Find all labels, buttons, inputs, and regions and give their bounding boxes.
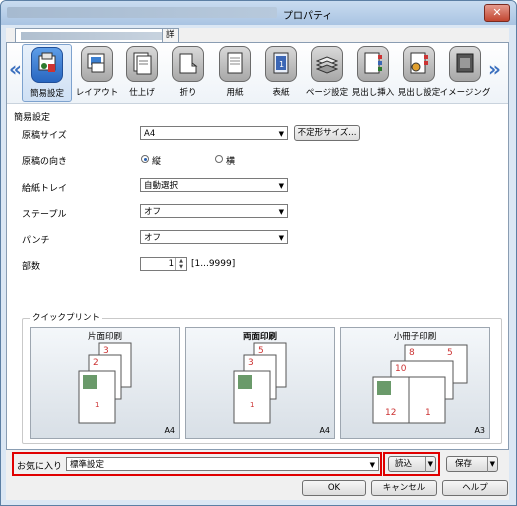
tab-advanced[interactable]: 詳細設定 (162, 28, 179, 79)
imaging-icon (449, 46, 481, 82)
paper-icon (219, 46, 251, 82)
svg-text:2: 2 (93, 358, 99, 368)
category-basic-settings[interactable]: 簡易設定 (22, 44, 72, 102)
svg-text:1: 1 (425, 408, 431, 418)
layout-icon (81, 46, 113, 82)
category-paper[interactable]: 用紙 (211, 44, 259, 100)
orientation-landscape-radio[interactable] (215, 155, 223, 163)
svg-text:1: 1 (279, 60, 284, 69)
original-size-value: A4 (144, 129, 156, 139)
copies-range: [1...9999] (191, 259, 236, 269)
orientation-portrait-radio[interactable] (141, 155, 149, 163)
staple-select[interactable]: オフ ▼ (140, 204, 288, 218)
svg-text:3: 3 (103, 346, 109, 356)
svg-text:12: 12 (385, 408, 396, 418)
single-sided-pages-icon: 3 2 1 (78, 342, 132, 424)
load-button-label: 読込 (395, 459, 413, 469)
custom-size-button[interactable]: 不定形サイズ... (294, 125, 360, 141)
chevron-down-icon[interactable]: ▼ (486, 457, 495, 472)
chevron-down-icon: ▼ (278, 234, 284, 242)
original-size-select[interactable]: A4 ▼ (140, 126, 288, 140)
category-label: 簡易設定 (29, 89, 64, 99)
preset-paper-size: A3 (474, 426, 485, 435)
copies-value: 1 (168, 259, 174, 269)
original-size-label: 原稿サイズ (22, 131, 67, 141)
category-fold[interactable]: 折り (164, 44, 212, 100)
tab-settings-icon (403, 46, 435, 82)
paper-tray-select[interactable]: 自動選択 ▼ (140, 178, 288, 192)
chevron-down-icon: ▼ (278, 130, 284, 138)
save-button[interactable]: 保存 ▼ (446, 456, 498, 472)
stepper-arrows-icon[interactable]: ▲ ▼ (175, 258, 186, 270)
orientation-portrait-label: 縦 (152, 157, 162, 167)
favorites-label: お気に入り (17, 462, 63, 472)
paper-tray-label: 給紙トレイ (22, 184, 68, 194)
close-button[interactable]: ✕ (484, 4, 510, 22)
favorites-select[interactable]: 標準設定 ▼ (66, 457, 379, 471)
blurred-window-title (7, 7, 277, 18)
tab-insert-icon (357, 46, 389, 82)
staple-label: ステープル (22, 210, 67, 220)
svg-text:5: 5 (447, 348, 453, 358)
svg-text:3: 3 (248, 358, 254, 368)
chevron-down-icon: ▼ (369, 461, 375, 469)
section-title: 簡易設定 (14, 113, 51, 123)
category-tab-insert[interactable]: 見出し挿入 (349, 44, 397, 100)
category-tab-settings[interactable]: 見出し設定 (395, 44, 443, 100)
blurred-tab-label (21, 32, 164, 40)
window-title: プロパティ (283, 11, 333, 22)
basic-settings-icon (31, 47, 63, 83)
cover-icon: 1 (265, 46, 297, 82)
load-button[interactable]: 読込 ▼ (388, 456, 436, 472)
quick-print-duplex[interactable]: 両面印刷 5 3 1 A4 (185, 327, 335, 439)
svg-text:1: 1 (250, 401, 254, 409)
category-label: イメージング (439, 88, 491, 98)
booklet-pages-icon: 8 5 10 12 1 (372, 344, 468, 424)
duplex-pages-icon: 5 3 1 (233, 342, 287, 424)
svg-text:10: 10 (395, 364, 407, 374)
scroll-right-icon[interactable]: » (488, 57, 501, 81)
category-finishing[interactable]: 仕上げ (118, 44, 166, 100)
chevron-down-icon: ▼ (278, 208, 284, 216)
svg-text:8: 8 (409, 348, 415, 358)
preset-paper-size: A4 (164, 426, 175, 435)
category-imaging[interactable]: イメージング (440, 44, 490, 100)
help-button[interactable]: ヘルプ (442, 480, 508, 496)
page-setup-icon (311, 46, 343, 82)
scroll-left-icon[interactable]: « (9, 57, 22, 81)
chevron-down-icon: ▼ (278, 182, 284, 190)
category-page-setup[interactable]: ページ設定 (303, 44, 351, 100)
save-button-label: 保存 (455, 459, 473, 469)
punch-select[interactable]: オフ ▼ (140, 230, 288, 244)
ok-button[interactable]: OK (302, 480, 366, 496)
punch-value: オフ (144, 233, 162, 243)
svg-text:5: 5 (258, 346, 264, 356)
quick-print-single-sided[interactable]: 片面印刷 3 2 1 A4 (30, 327, 180, 439)
copies-stepper[interactable]: 1 ▲ ▼ (140, 257, 187, 271)
svg-text:1: 1 (95, 401, 99, 409)
title-bar: プロパティ ✕ (1, 1, 516, 25)
paper-tray-value: 自動選択 (144, 181, 179, 191)
quick-print-booklet[interactable]: 小冊子印刷 8 5 10 12 1 A3 (340, 327, 490, 439)
preset-paper-size: A4 (319, 426, 330, 435)
category-cover[interactable]: 1 表紙 (257, 44, 305, 100)
favorites-value: 標準設定 (70, 460, 105, 470)
tab-general[interactable] (15, 28, 169, 42)
orientation-label: 原稿の向き (22, 157, 68, 167)
fold-icon (172, 46, 204, 82)
copies-label: 部数 (22, 262, 41, 272)
orientation-landscape-label: 横 (226, 157, 236, 167)
chevron-down-icon[interactable]: ▼ (424, 457, 433, 472)
punch-label: パンチ (22, 236, 50, 246)
quick-print-title: クイックプリント (30, 311, 103, 323)
finishing-icon (126, 46, 158, 82)
staple-value: オフ (144, 207, 162, 217)
cancel-button[interactable]: キャンセル (371, 480, 437, 496)
